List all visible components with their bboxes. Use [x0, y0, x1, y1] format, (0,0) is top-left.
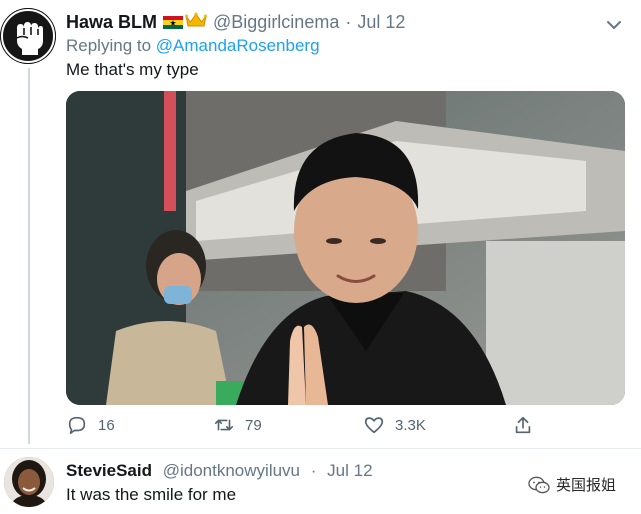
- tweet-date[interactable]: Jul 12: [327, 461, 372, 480]
- reply-count: 16: [98, 416, 115, 434]
- tweet-header: Hawa BLM @Biggirlcinema · Jul 12: [66, 12, 405, 33]
- tweet-text: It was the smile for me: [66, 485, 237, 504]
- share-button[interactable]: [512, 414, 534, 436]
- separator-dot: ·: [310, 461, 317, 480]
- avatar-steviesaid[interactable]: [4, 457, 54, 507]
- video-thumbnail[interactable]: [66, 91, 625, 405]
- user-handle[interactable]: @Biggirlcinema: [213, 12, 339, 33]
- tweet-text: Me that's my type: [66, 60, 199, 79]
- tweet-actions: 16 79 3.3K: [66, 414, 546, 442]
- user-handle[interactable]: @idontknowyiluvu: [163, 461, 300, 480]
- thread-connector-line: [28, 68, 30, 444]
- chevron-down-icon[interactable]: [603, 14, 625, 36]
- display-name[interactable]: Hawa BLM: [66, 12, 157, 33]
- watermark-label: 英国报姐: [556, 477, 617, 494]
- reply-button[interactable]: 16: [66, 414, 115, 436]
- retweet-icon: [214, 419, 234, 431]
- tweet-date[interactable]: Jul 12: [357, 12, 405, 33]
- retweet-count: 79: [245, 416, 262, 434]
- ghana-flag-icon: [163, 15, 184, 30]
- like-count: 3.3K: [395, 416, 426, 434]
- replying-to-line: Replying to @AmandaRosenberg: [66, 36, 320, 56]
- share-icon: [515, 416, 531, 434]
- replying-to-prefix: Replying to: [66, 36, 152, 55]
- tweet-divider: [0, 448, 641, 449]
- heart-icon: [364, 417, 384, 434]
- avatar-hawa[interactable]: [0, 8, 56, 64]
- wechat-icon: [528, 476, 550, 493]
- mention-link[interactable]: @AmandaRosenberg: [156, 36, 320, 55]
- separator-dot: ·: [345, 12, 352, 32]
- crown-icon: [185, 12, 208, 33]
- profile-photo-icon: [4, 457, 54, 507]
- raised-fist-icon: [0, 8, 56, 64]
- like-button[interactable]: 3.3K: [363, 414, 426, 436]
- watermark: 英国报姐: [528, 474, 616, 495]
- reply-icon: [68, 416, 86, 435]
- tweet-header: StevieSaid @idontknowyiluvu · Jul 12: [66, 461, 373, 481]
- retweet-button[interactable]: 79: [213, 414, 262, 436]
- display-name[interactable]: StevieSaid: [66, 461, 152, 480]
